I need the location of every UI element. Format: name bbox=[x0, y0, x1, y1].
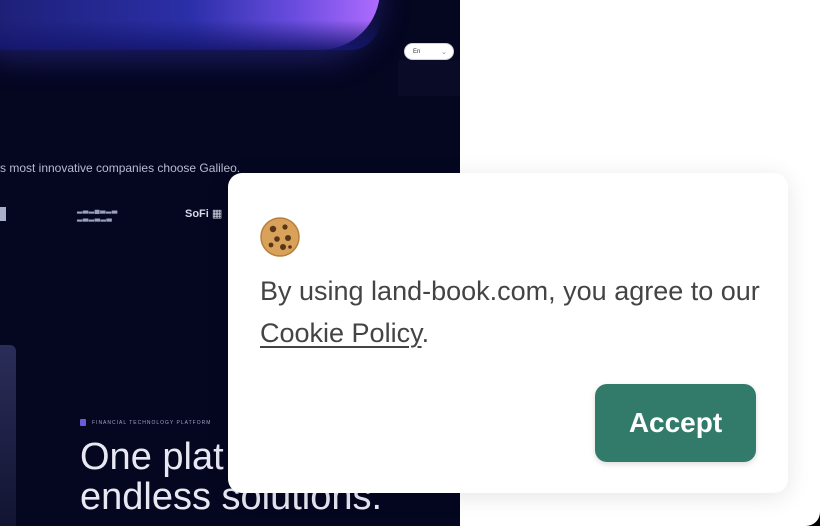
language-select[interactable]: En ⌄ bbox=[404, 43, 454, 60]
chevron-down-icon: ⌄ bbox=[441, 48, 447, 56]
cookie-message: By using land-book.com, you agree to our… bbox=[260, 270, 760, 354]
kicker-mark-icon bbox=[80, 419, 86, 426]
kicker-label: FINANCIAL TECHNOLOGY PLATFORM bbox=[92, 419, 212, 426]
partner-logo: ▂▃▂▄▃▂▃ ▂▃▂▃▂▃ bbox=[77, 207, 118, 222]
cookie-policy-link[interactable]: Cookie Policy bbox=[260, 318, 422, 348]
language-dropdown-shadow bbox=[398, 60, 460, 96]
cookie-message-end: . bbox=[421, 318, 430, 348]
sofi-logo: SoFi ▦ bbox=[185, 208, 223, 220]
cookie-consent-dialog: By using land-book.com, you agree to our… bbox=[228, 173, 788, 493]
accept-button[interactable]: Accept bbox=[595, 384, 756, 462]
language-select-value: En bbox=[413, 48, 421, 55]
partner-logo bbox=[0, 207, 6, 221]
page-corner bbox=[788, 480, 820, 526]
decorative-panel bbox=[0, 345, 16, 526]
hero-glow-graphic bbox=[0, 0, 380, 50]
cookie-icon bbox=[260, 217, 300, 257]
kicker: FINANCIAL TECHNOLOGY PLATFORM bbox=[80, 419, 211, 426]
tagline: s most innovative companies choose Galil… bbox=[0, 161, 241, 175]
cookie-message-text: By using land-book.com, you agree to our bbox=[260, 276, 760, 306]
